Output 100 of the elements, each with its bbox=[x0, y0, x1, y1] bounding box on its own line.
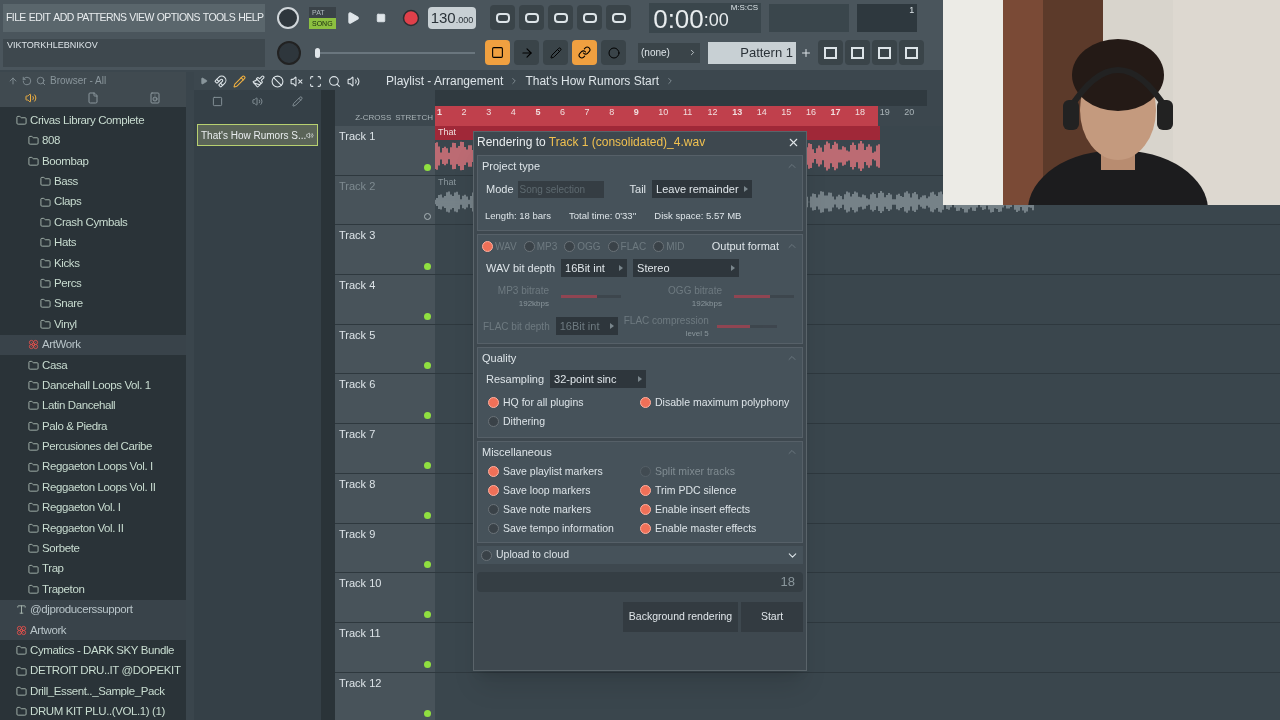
delete-icon[interactable] bbox=[271, 74, 284, 88]
radio-button[interactable] bbox=[640, 397, 651, 408]
track-led[interactable] bbox=[424, 362, 431, 370]
tail-dropdown[interactable]: Leave remainder bbox=[652, 180, 753, 198]
radio-button[interactable] bbox=[640, 523, 651, 534]
up-icon[interactable] bbox=[8, 75, 18, 86]
track-header[interactable]: Track 4 bbox=[335, 275, 435, 324]
toggle-button[interactable] bbox=[572, 40, 597, 65]
toggle-button[interactable] bbox=[543, 40, 568, 65]
menu-item[interactable]: OPTIONS bbox=[156, 9, 200, 26]
horizontal-scrollbar[interactable] bbox=[435, 90, 927, 106]
radio-button[interactable] bbox=[488, 397, 499, 408]
menu-item[interactable]: VIEW bbox=[129, 9, 154, 26]
resampling-dropdown[interactable]: 32-point sinc bbox=[550, 370, 647, 388]
play-icon[interactable] bbox=[200, 77, 208, 85]
browser-item[interactable]: Reggaeton Loops Vol. II bbox=[42, 478, 156, 497]
track-header[interactable]: Track 6 bbox=[335, 374, 435, 424]
record-icon[interactable] bbox=[401, 8, 420, 27]
track-led[interactable] bbox=[424, 610, 431, 618]
browser-item[interactable]: Dancehall Loops Vol. 1 bbox=[42, 376, 151, 395]
brush-icon[interactable] bbox=[252, 74, 265, 88]
toggle-button[interactable] bbox=[485, 40, 510, 65]
track-header[interactable]: Track 5 bbox=[335, 324, 435, 374]
browser-item[interactable]: Percusiones del Caribe bbox=[42, 438, 153, 456]
track-led[interactable] bbox=[424, 511, 431, 519]
radio-button[interactable] bbox=[488, 504, 499, 515]
browser-item[interactable]: Trapeton bbox=[42, 580, 85, 599]
browser-item[interactable]: DRUM KIT PLU..(VOL.1) (1) bbox=[30, 703, 165, 720]
track-header[interactable]: Track 7 bbox=[335, 424, 435, 473]
menu-item[interactable]: EDIT bbox=[28, 9, 51, 26]
slider-thumb[interactable] bbox=[315, 47, 320, 58]
toggle-button[interactable] bbox=[514, 40, 539, 65]
track-header[interactable]: Track 8 bbox=[335, 473, 435, 523]
radio-button[interactable] bbox=[482, 240, 493, 252]
track-led[interactable] bbox=[424, 263, 431, 271]
radio-button[interactable] bbox=[564, 240, 576, 252]
select-icon[interactable] bbox=[309, 74, 322, 88]
browser-item[interactable]: Crivas Library Complete bbox=[30, 111, 145, 130]
track-led[interactable] bbox=[424, 710, 431, 718]
mute-icon[interactable] bbox=[290, 74, 303, 88]
track-led[interactable] bbox=[424, 561, 431, 569]
track-header[interactable]: Track 9 bbox=[335, 523, 435, 573]
window-button[interactable] bbox=[818, 40, 843, 65]
pencil-icon[interactable] bbox=[292, 96, 304, 107]
magnet-icon[interactable] bbox=[214, 74, 227, 88]
track-header[interactable]: Track 11 bbox=[335, 622, 435, 672]
tool-button[interactable] bbox=[548, 5, 574, 30]
radio-button[interactable] bbox=[488, 485, 499, 496]
browser-item[interactable]: Artwork bbox=[30, 621, 67, 639]
browser-item[interactable]: Cymatics - DARK SKY Bundle bbox=[30, 642, 175, 660]
volume-knob[interactable] bbox=[277, 6, 299, 29]
snap-dropdown[interactable]: (none) bbox=[638, 42, 700, 63]
browser-item[interactable]: Crash Cymbals bbox=[54, 213, 128, 232]
dialog-button[interactable]: Background rendering bbox=[623, 602, 738, 632]
track-led[interactable] bbox=[424, 461, 431, 469]
play-icon[interactable] bbox=[345, 10, 360, 25]
radio-button[interactable] bbox=[607, 240, 619, 252]
browser-item[interactable]: Reggaeton Vol. II bbox=[42, 519, 124, 537]
browser-item[interactable]: 808 bbox=[42, 132, 60, 150]
radio-button[interactable] bbox=[488, 466, 499, 477]
browser-item[interactable]: Trap bbox=[42, 560, 64, 578]
toggle-button[interactable] bbox=[601, 40, 626, 65]
tool-button[interactable] bbox=[577, 5, 603, 30]
browser-item[interactable]: Snare bbox=[54, 295, 83, 313]
track-led[interactable] bbox=[424, 312, 431, 320]
slider-track[interactable] bbox=[734, 294, 794, 298]
tempo-display[interactable]: 130.000 bbox=[427, 6, 477, 29]
track-header[interactable]: Track 10 bbox=[335, 573, 435, 622]
track-led[interactable] bbox=[424, 660, 431, 668]
browser-item[interactable]: Hats bbox=[54, 234, 77, 252]
pattern-selector[interactable]: Pattern 1 bbox=[708, 41, 796, 64]
clip-item[interactable]: That's How Rumors S... bbox=[197, 124, 318, 146]
browser-item[interactable]: Percs bbox=[54, 274, 82, 293]
window-button[interactable] bbox=[872, 40, 897, 65]
track-led[interactable] bbox=[424, 163, 431, 171]
browser-item[interactable]: Drill_Essent.._Sample_Pack bbox=[30, 682, 165, 701]
slider-track[interactable] bbox=[716, 324, 777, 328]
search-icon[interactable] bbox=[36, 75, 46, 86]
stop-icon[interactable] bbox=[375, 12, 386, 23]
radio-button[interactable] bbox=[640, 504, 651, 515]
tool-button[interactable] bbox=[606, 5, 632, 30]
radio-button[interactable] bbox=[523, 240, 535, 252]
radio-button[interactable] bbox=[488, 523, 499, 534]
browser-item[interactable]: Kicks bbox=[54, 254, 80, 272]
browser-item[interactable]: Boombap bbox=[42, 152, 89, 170]
browser-item[interactable]: ArtWork bbox=[42, 336, 81, 354]
track-header[interactable]: Track 12 bbox=[335, 672, 435, 720]
radio-button[interactable] bbox=[653, 240, 665, 252]
browser-item[interactable]: Reggaeton Loops Vol. I bbox=[42, 458, 153, 476]
pitch-slider[interactable] bbox=[315, 47, 475, 58]
radio-button[interactable] bbox=[488, 416, 499, 427]
dialog-button[interactable]: Start bbox=[741, 602, 803, 632]
menu-item[interactable]: TOOLS bbox=[202, 9, 236, 26]
radio-button[interactable] bbox=[640, 485, 651, 496]
menu-item[interactable]: FILE bbox=[6, 9, 26, 26]
square-icon[interactable] bbox=[211, 96, 223, 107]
browser-item[interactable]: Vinyl bbox=[54, 315, 77, 333]
menu-item[interactable]: HELP bbox=[238, 9, 264, 26]
browser-item[interactable]: DETROIT DRU..IT @DOPEKIT bbox=[30, 662, 181, 680]
track-header[interactable]: Track 3 bbox=[335, 225, 435, 275]
